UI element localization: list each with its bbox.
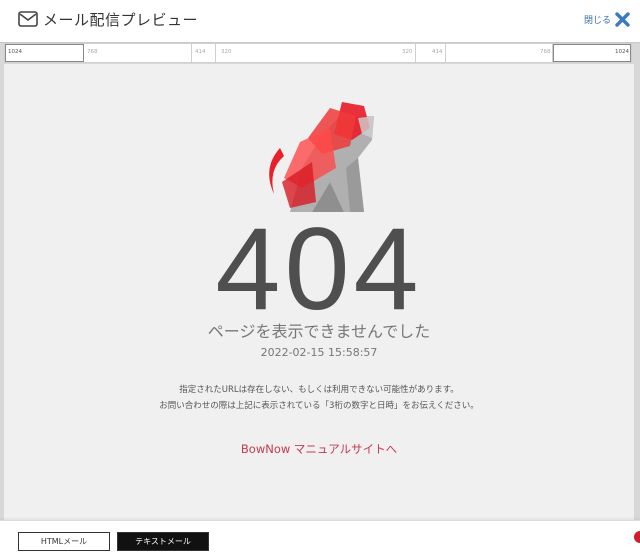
- ruler-label: 1024: [8, 49, 22, 55]
- note-line: お問い合わせの際は上記に表示されている「3桁の数字と日時」をお伝えください。: [159, 401, 479, 411]
- ruler-label: 320: [402, 49, 413, 55]
- ruler-label: 768: [87, 49, 98, 55]
- text-mail-tab[interactable]: テキストメール: [117, 532, 209, 551]
- html-mail-tab[interactable]: HTMLメール: [18, 532, 110, 551]
- close-button[interactable]: 閉じる: [584, 12, 630, 27]
- ruler-label: 414: [432, 49, 443, 55]
- email-preview-canvas: 404 ページを表示できませんでした 2022-02-15 15:58:57 指…: [4, 64, 634, 521]
- page-title: メール配信プレビュー: [43, 11, 199, 29]
- ruler-label: 768: [540, 49, 551, 55]
- preview-footer: HTMLメール テキストメール: [0, 520, 640, 554]
- note-line: 指定されたURLは存在しない、もしくは利用できない可能性があります。: [179, 385, 459, 395]
- error-timestamp: 2022-02-15 15:58:57: [260, 346, 378, 359]
- error-note: 指定されたURLは存在しない、もしくは利用できない可能性があります。 お問い合わ…: [4, 382, 634, 414]
- ruler-label: 320: [221, 49, 232, 55]
- close-label[interactable]: 閉じる: [584, 13, 611, 26]
- ruler-label: 414: [195, 49, 206, 55]
- mail-icon: [18, 11, 38, 27]
- dog-illustration: [269, 102, 374, 212]
- manual-site-link[interactable]: BowNow マニュアルサイトへ: [4, 441, 634, 457]
- error-code: 404: [215, 203, 423, 334]
- error-message: ページを表示できませんでした: [207, 322, 431, 341]
- preview-header: メール配信プレビュー 閉じる: [0, 0, 640, 42]
- preview-frame: 1024 768 414 320 320 414 768 1024 404 ペー…: [0, 42, 640, 521]
- ruler-label: 1024: [615, 49, 629, 55]
- notification-dot-icon[interactable]: [634, 531, 640, 543]
- width-ruler[interactable]: 1024 768 414 320 320 414 768 1024: [4, 43, 632, 63]
- close-x-icon[interactable]: [615, 12, 630, 27]
